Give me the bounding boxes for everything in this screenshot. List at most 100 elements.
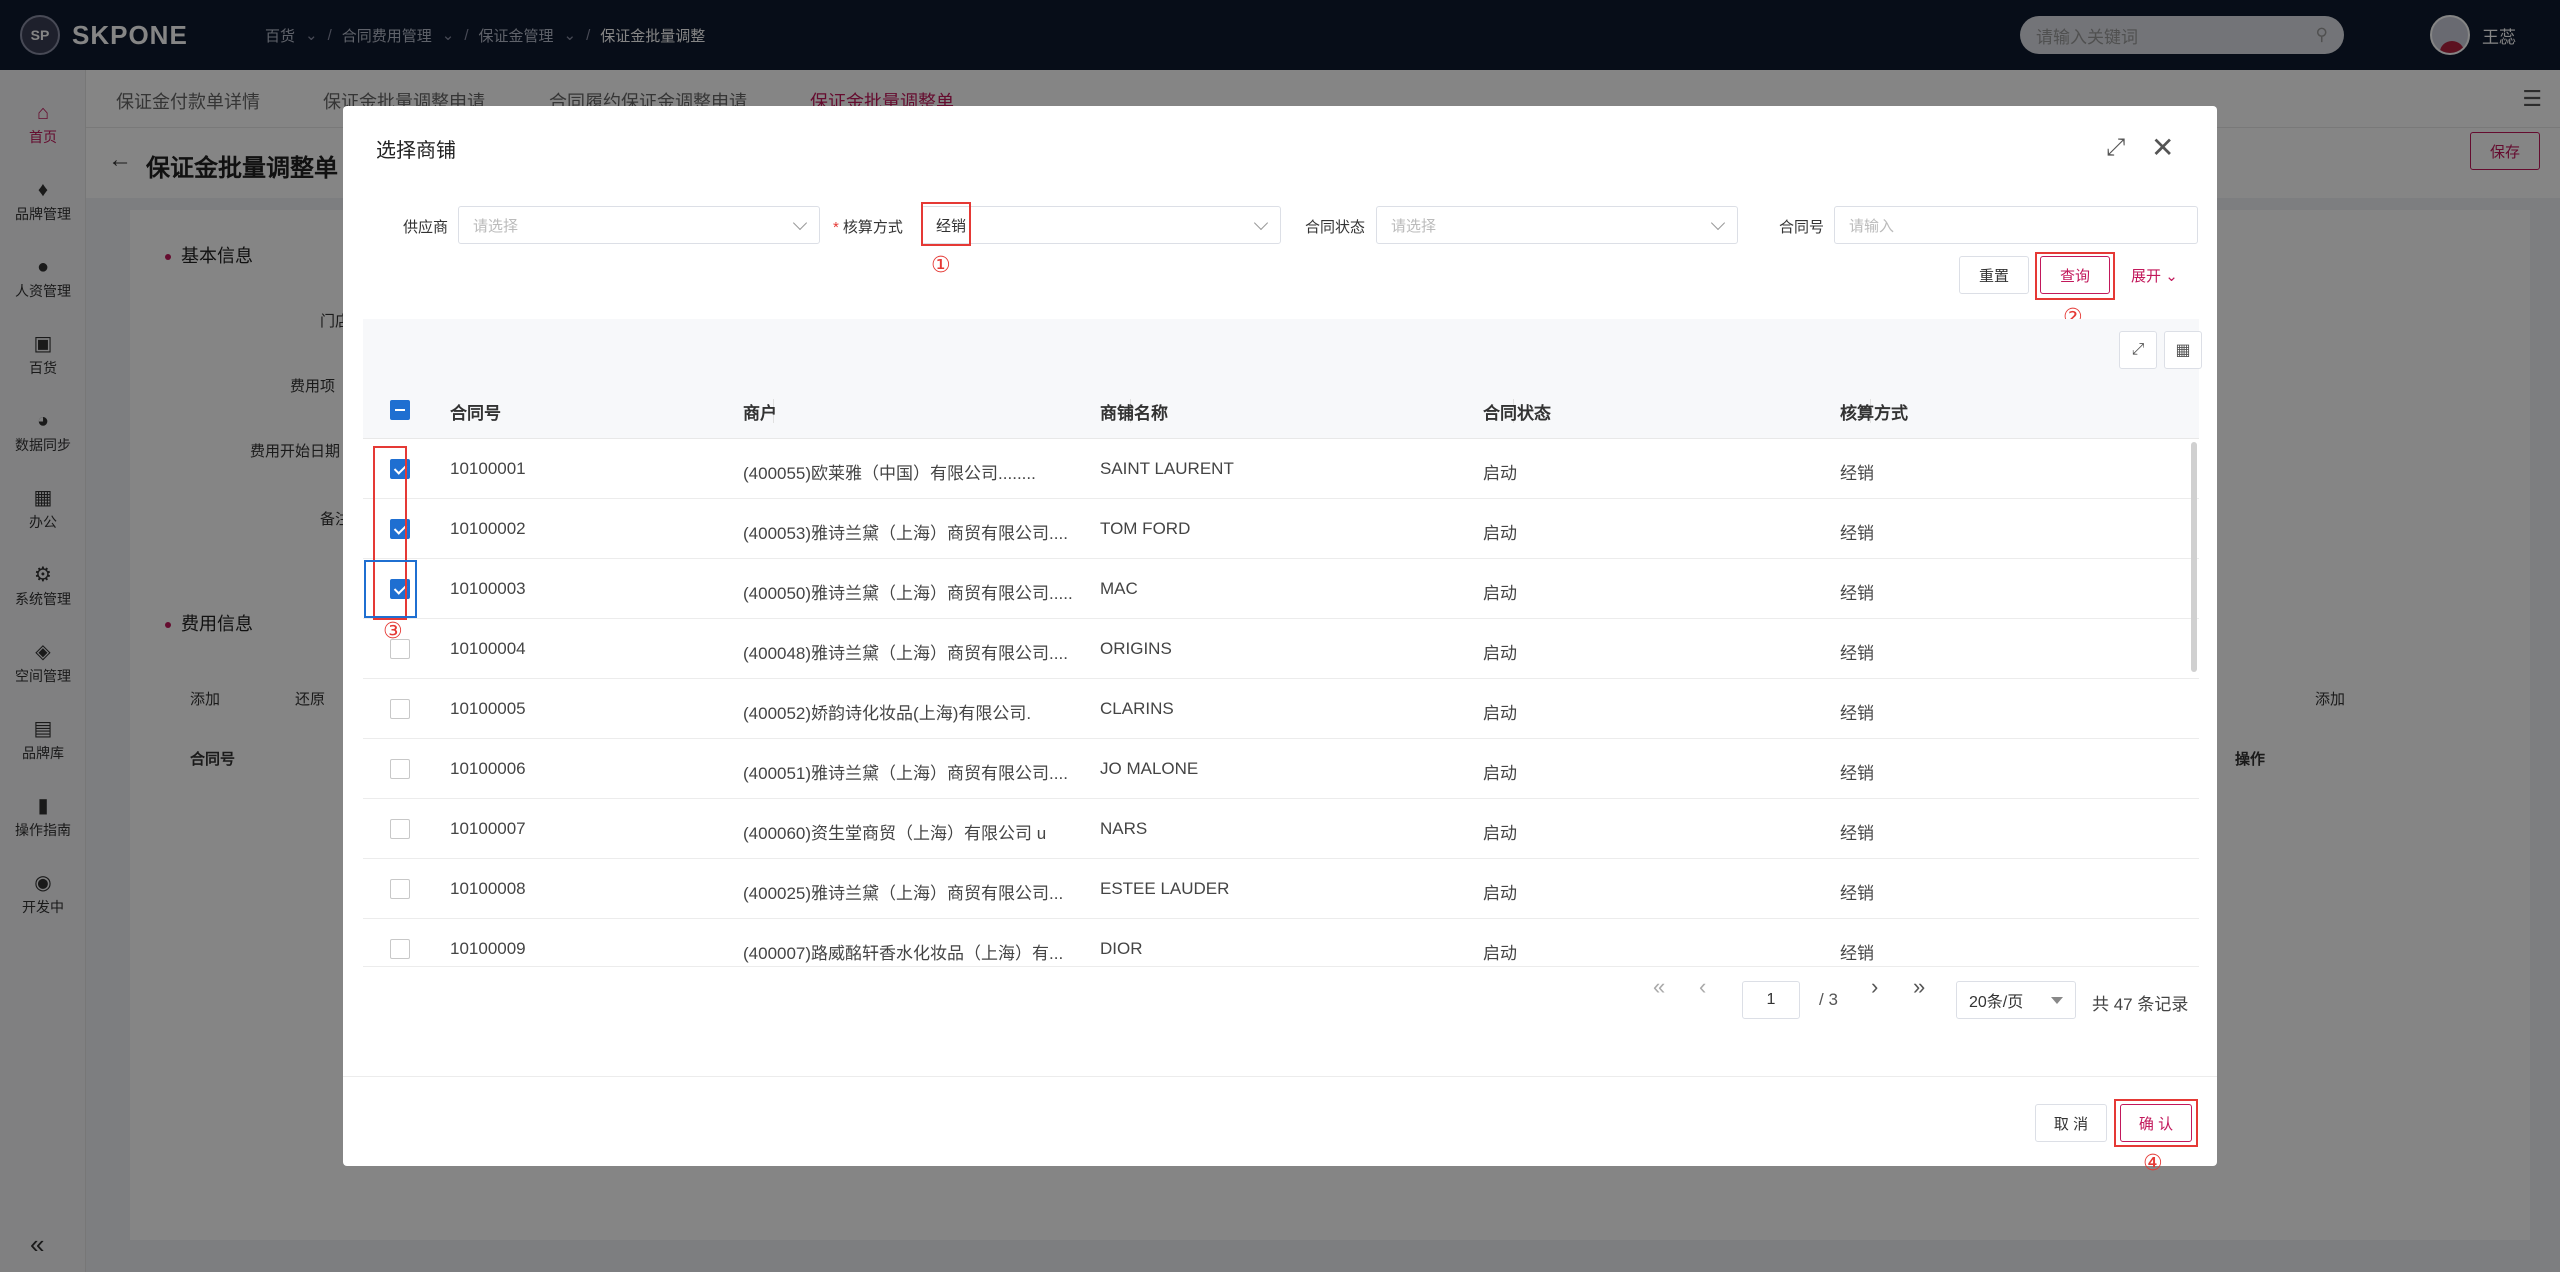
cell-method: 经销 (1840, 524, 1874, 543)
chevron-down-icon (1253, 215, 1269, 230)
cell-status: 启动 (1483, 704, 1517, 723)
supplier-label: 供应商 (403, 219, 449, 236)
contract-input[interactable]: 请输入 (1834, 206, 2198, 244)
annotation-4: ④ (2143, 1150, 2163, 1175)
page-size-value: 20条/页 (1969, 994, 2024, 1011)
table-row[interactable]: 10100005 (400052)娇韵诗化妆品(上海)有限公司. CLARINS… (363, 679, 2199, 739)
row-checkbox[interactable] (390, 879, 410, 899)
row-checkbox[interactable] (390, 819, 410, 839)
col-merchant[interactable]: 商户 (743, 399, 777, 424)
table-toolbar: ⤢ ▦ (363, 319, 2202, 381)
table-row[interactable]: 10100002 (400053)雅诗兰黛（上海）商贸有限公司.... TOM … (363, 499, 2199, 559)
col-shop-name[interactable]: 商铺名称 (1100, 399, 1168, 424)
cell-shop: ESTEE LAUDER (1100, 879, 1230, 898)
cell-method: 经销 (1840, 584, 1874, 603)
cell-shop: TOM FORD (1100, 519, 1191, 538)
contract-placeholder: 请输入 (1849, 217, 1895, 235)
column-settings-icon[interactable]: ▦ (2164, 331, 2202, 369)
method-select[interactable]: 经销 (921, 206, 1281, 244)
status-select[interactable]: 请选择 (1376, 206, 1738, 244)
cell-status: 启动 (1483, 524, 1517, 543)
prev-page-icon[interactable]: ‹ (1699, 974, 1706, 1000)
fullscreen-icon[interactable]: ⤢ (2106, 136, 2125, 160)
cell-shop: ORIGINS (1100, 639, 1172, 658)
expand-link[interactable]: 展开 ⌄ (2131, 265, 2178, 286)
cell-contract: 10100006 (450, 759, 526, 778)
total-pages: / 3 (1819, 990, 1838, 1009)
cell-method: 经销 (1840, 464, 1874, 483)
row-checkbox[interactable] (390, 939, 410, 959)
annotation-box-2 (2035, 252, 2115, 300)
cell-contract: 10100001 (450, 459, 526, 478)
cell-method: 经销 (1840, 704, 1874, 723)
close-icon[interactable]: ✕ (2151, 134, 2174, 162)
first-page-icon[interactable]: « (1653, 974, 1665, 1000)
method-label: * 核算方式 (833, 219, 903, 236)
table-fullscreen-icon[interactable]: ⤢ (2119, 331, 2157, 369)
caret-down-icon (2051, 996, 2063, 1004)
annotation-box-1 (921, 202, 971, 246)
table-row[interactable]: 10100007 (400060)资生堂商贸（上海）有限公司 u NARS 启动… (363, 799, 2199, 859)
contract-label: 合同号 (1779, 219, 1825, 236)
col-contract[interactable]: 合同号 (450, 399, 501, 424)
supplier-select[interactable]: 请选择 (458, 206, 820, 244)
cell-contract: 10100009 (450, 939, 526, 958)
row-checkbox[interactable] (390, 759, 410, 779)
annotation-3: ③ (383, 618, 403, 643)
table-row[interactable]: 10100001 (400055)欧莱雅（中国）有限公司........ SAI… (363, 439, 2199, 499)
cell-contract: 10100002 (450, 519, 526, 538)
cell-status: 启动 (1483, 644, 1517, 663)
page-number-input[interactable]: 1 (1742, 981, 1800, 1019)
cell-merchant: (400053)雅诗兰黛（上海）商贸有限公司.... (743, 524, 1068, 543)
cell-contract: 10100004 (450, 639, 526, 658)
table-row[interactable]: 10100004 (400048)雅诗兰黛（上海）商贸有限公司.... ORIG… (363, 619, 2199, 679)
status-label: 合同状态 (1305, 219, 1366, 236)
table-header: 合同号 商户 商铺名称 合同状态 核算方式 (363, 381, 2199, 439)
cell-status: 启动 (1483, 884, 1517, 903)
cell-merchant: (400048)雅诗兰黛（上海）商贸有限公司.... (743, 644, 1068, 663)
cell-contract: 10100007 (450, 819, 526, 838)
cell-shop: JO MALONE (1100, 759, 1199, 778)
cell-status: 启动 (1483, 764, 1517, 783)
cell-status: 启动 (1483, 464, 1517, 483)
chevron-down-icon: ⌄ (2165, 268, 2178, 285)
cell-shop: SAINT LAURENT (1100, 459, 1234, 478)
col-accounting-method[interactable]: 核算方式 (1840, 399, 1908, 424)
cell-method: 经销 (1840, 824, 1874, 843)
col-contract-status[interactable]: 合同状态 (1483, 399, 1551, 424)
cell-method: 经销 (1840, 884, 1874, 903)
cell-merchant: (400051)雅诗兰黛（上海）商贸有限公司.... (743, 764, 1068, 783)
cell-merchant: (400007)路威酩轩香水化妆品（上海）有... (743, 944, 1064, 963)
table-row[interactable]: 10100003 (400050)雅诗兰黛（上海）商贸有限公司..... MAC… (363, 559, 2199, 619)
cell-contract: 10100005 (450, 699, 526, 718)
last-page-icon[interactable]: » (1913, 974, 1925, 1000)
cell-shop: NARS (1100, 819, 1148, 838)
select-all-checkbox[interactable] (390, 400, 410, 420)
cell-merchant: (400055)欧莱雅（中国）有限公司........ (743, 464, 1036, 483)
cell-status: 启动 (1483, 944, 1517, 963)
row-checkbox[interactable] (390, 699, 410, 719)
focus-box (364, 560, 417, 618)
total-records: 共 47 条记录 (2092, 995, 2189, 1014)
cell-contract: 10100003 (450, 579, 526, 598)
supplier-placeholder: 请选择 (473, 217, 519, 235)
cell-status: 启动 (1483, 584, 1517, 603)
reset-button[interactable]: 重置 (1959, 256, 2029, 294)
modal-title: 选择商铺 (376, 140, 456, 162)
table-scrollbar[interactable] (2191, 442, 2197, 672)
table-row[interactable]: 10100009 (400007)路威酩轩香水化妆品（上海）有... DIOR … (363, 919, 2199, 967)
next-page-icon[interactable]: › (1871, 974, 1878, 1000)
cell-shop: CLARINS (1100, 699, 1174, 718)
annotation-box-4 (2114, 1099, 2198, 1147)
table-row[interactable]: 10100008 (400025)雅诗兰黛（上海）商贸有限公司... ESTEE… (363, 859, 2199, 919)
cell-merchant: (400052)娇韵诗化妆品(上海)有限公司. (743, 704, 1032, 723)
chevron-down-icon (1710, 215, 1726, 230)
cell-contract: 10100008 (450, 879, 526, 898)
cell-method: 经销 (1840, 644, 1874, 663)
cell-status: 启动 (1483, 824, 1517, 843)
cancel-button[interactable]: 取 消 (2035, 1104, 2107, 1142)
status-placeholder: 请选择 (1391, 217, 1437, 235)
page-size-select[interactable]: 20条/页 (1956, 981, 2076, 1019)
table-row[interactable]: 10100006 (400051)雅诗兰黛（上海）商贸有限公司.... JO M… (363, 739, 2199, 799)
cell-shop: MAC (1100, 579, 1138, 598)
